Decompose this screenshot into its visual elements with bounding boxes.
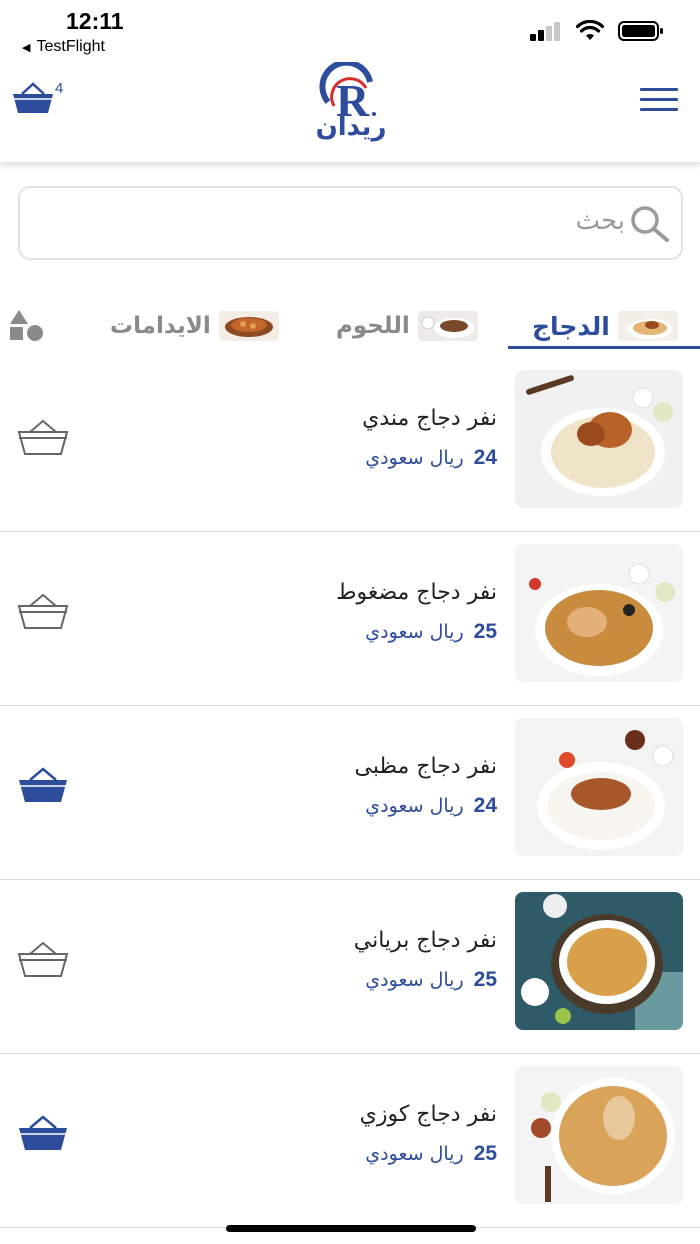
hamburger-menu-icon-bar bbox=[640, 108, 678, 111]
item-name: نفر دجاج برياني bbox=[353, 928, 497, 953]
search-input[interactable]: بحث bbox=[18, 186, 683, 260]
list-item[interactable]: نفر دجاج برياني 25 ريال سعودي bbox=[0, 880, 700, 1054]
shapes-icon[interactable] bbox=[8, 308, 46, 342]
tab-label: الايدامات bbox=[110, 313, 211, 339]
price-value: 25 bbox=[473, 968, 497, 991]
item-price: 25 ريال سعودي bbox=[365, 620, 497, 644]
dish-image bbox=[515, 892, 683, 1030]
back-arrow-icon: ◀ bbox=[22, 41, 31, 54]
dish-photo-icon bbox=[515, 544, 683, 682]
price-currency: ريال سعودي bbox=[365, 447, 464, 469]
list-item[interactable]: نفر دجاج كوزي 25 ريال سعودي bbox=[0, 1054, 700, 1228]
hamburger-menu-icon-bar bbox=[640, 98, 678, 101]
hamburger-menu-icon bbox=[640, 88, 678, 91]
in-cart-basket-icon[interactable] bbox=[16, 766, 70, 806]
price-currency: ريال سعودي bbox=[365, 621, 464, 643]
menu-button[interactable] bbox=[640, 88, 678, 114]
app-header: 4 R ريدان bbox=[0, 59, 700, 162]
add-to-cart-basket-icon[interactable] bbox=[16, 940, 70, 980]
cart-count-badge: 4 bbox=[55, 80, 64, 97]
item-price: 24 ريال سعودي bbox=[365, 794, 497, 818]
price-value: 24 bbox=[473, 446, 497, 469]
tab-label: اللحوم bbox=[336, 313, 410, 339]
tab-idamat[interactable]: الايدامات bbox=[110, 304, 279, 348]
item-price: 24 ريال سعودي bbox=[365, 446, 497, 470]
home-indicator[interactable] bbox=[226, 1225, 476, 1232]
active-tab-indicator bbox=[508, 346, 700, 349]
item-name: نفر دجاج كوزي bbox=[359, 1102, 497, 1127]
category-tabs: الايدامات اللحوم الدجاج bbox=[0, 296, 700, 352]
dish-photo-icon bbox=[515, 892, 683, 1030]
item-price: 25 ريال سعودي bbox=[365, 968, 497, 992]
list-item[interactable]: نفر دجاج مظبى 24 ريال سعودي bbox=[0, 706, 700, 880]
in-cart-basket-icon[interactable] bbox=[16, 1114, 70, 1154]
status-bar: 12:11 ◀ TestFlight bbox=[0, 0, 700, 62]
tab-meat[interactable]: اللحوم bbox=[336, 304, 478, 348]
tab-label: الدجاج bbox=[532, 311, 610, 341]
brand-logo-text: ريدان bbox=[315, 112, 387, 142]
item-name: نفر دجاج مظبى bbox=[354, 754, 497, 779]
cellular-signal-icon bbox=[530, 22, 560, 41]
tab-chicken[interactable]: الدجاج bbox=[532, 304, 678, 348]
wifi-icon bbox=[576, 20, 604, 40]
dish-photo-icon bbox=[515, 370, 683, 508]
stew-thumbnail-icon bbox=[218, 311, 279, 341]
dish-photo-icon bbox=[515, 1066, 683, 1204]
add-to-cart-basket-icon[interactable] bbox=[16, 418, 70, 458]
price-value: 24 bbox=[473, 794, 497, 817]
add-to-cart-basket-icon[interactable] bbox=[16, 592, 70, 632]
status-icons bbox=[530, 20, 664, 42]
product-list: نفر دجاج مندي 24 ريال سعودي نفر دجاج مضغ bbox=[0, 358, 700, 1228]
back-to-app-link[interactable]: ◀ TestFlight bbox=[22, 38, 105, 56]
search-placeholder: بحث bbox=[575, 206, 625, 236]
dish-image bbox=[515, 718, 683, 856]
dish-image bbox=[515, 1066, 683, 1204]
item-price: 25 ريال سعودي bbox=[365, 1142, 497, 1166]
status-time: 12:11 bbox=[66, 8, 124, 34]
meat-thumbnail-icon bbox=[417, 311, 478, 341]
list-item[interactable]: نفر دجاج مندي 24 ريال سعودي bbox=[0, 358, 700, 532]
dish-image bbox=[515, 544, 683, 682]
chicken-thumbnail-icon bbox=[617, 311, 678, 341]
dish-image bbox=[515, 370, 683, 508]
price-value: 25 bbox=[473, 620, 497, 643]
battery-icon bbox=[618, 21, 663, 41]
list-item[interactable]: نفر دجاج مضغوط 25 ريال سعودي bbox=[0, 532, 700, 706]
price-currency: ريال سعودي bbox=[365, 1143, 464, 1165]
price-currency: ريال سعودي bbox=[365, 795, 464, 817]
price-currency: ريال سعودي bbox=[365, 969, 464, 991]
back-app-label: TestFlight bbox=[36, 38, 105, 55]
item-name: نفر دجاج مضغوط bbox=[336, 580, 497, 605]
price-value: 25 bbox=[473, 1142, 497, 1165]
item-name: نفر دجاج مندي bbox=[362, 406, 497, 431]
search-icon bbox=[631, 206, 669, 242]
basket-icon bbox=[13, 82, 53, 113]
dish-photo-icon bbox=[515, 718, 683, 856]
